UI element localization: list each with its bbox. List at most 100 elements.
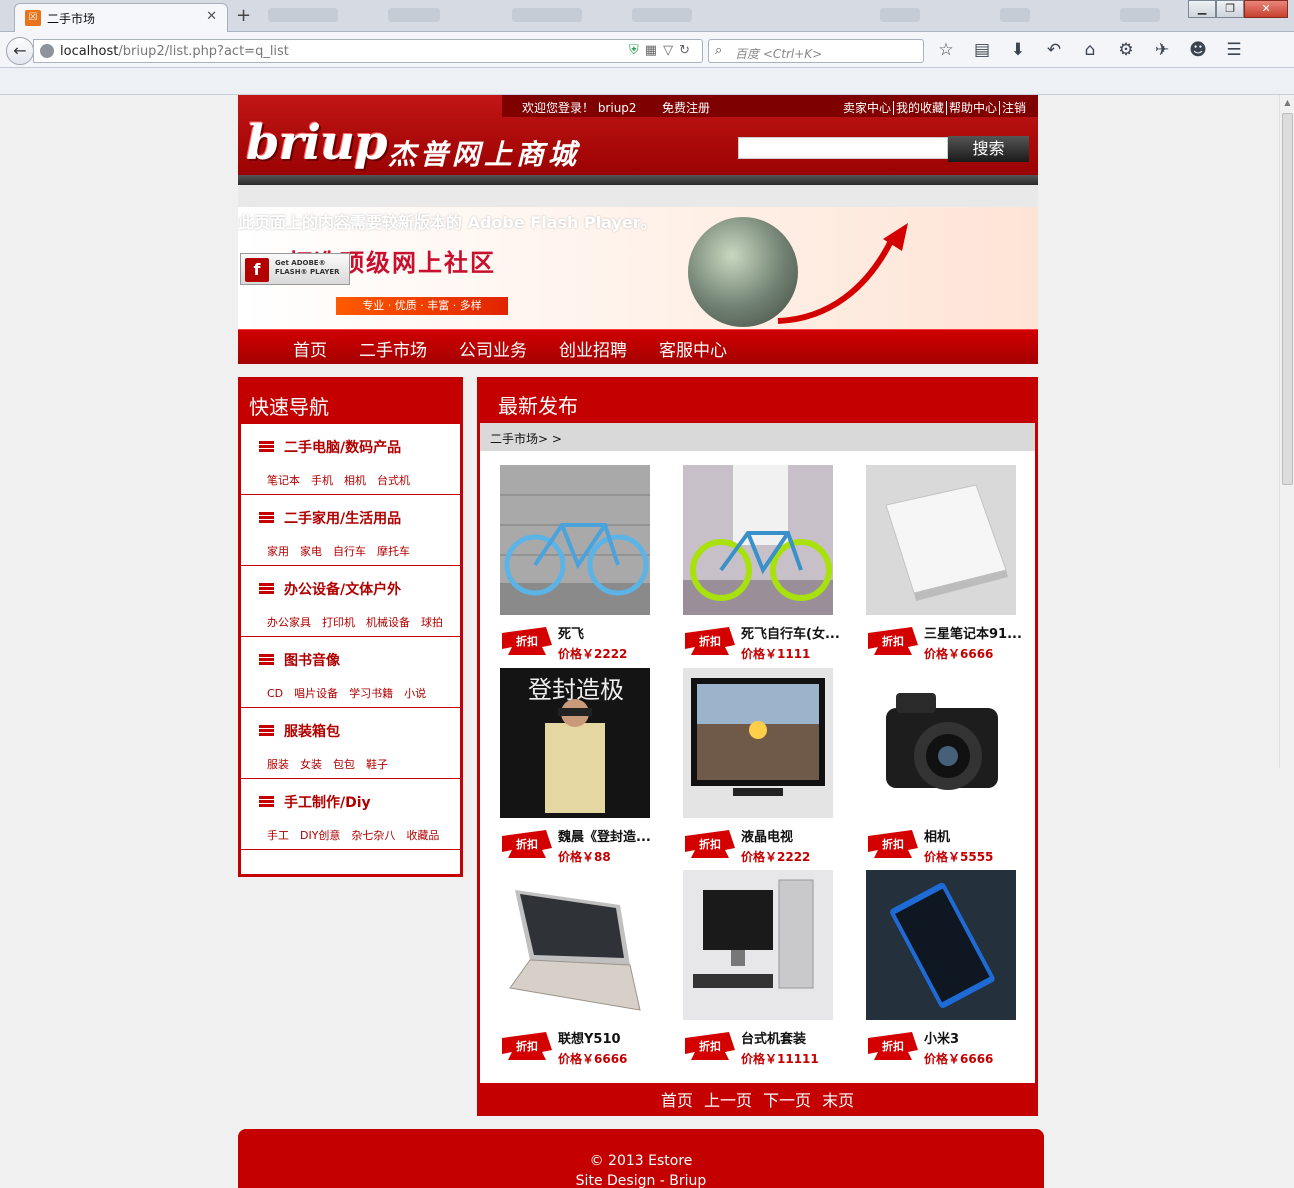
nav-service[interactable]: 客服中心 — [659, 336, 727, 361]
subcategory-link[interactable]: 小说 — [404, 687, 426, 700]
subcategory-link[interactable]: 摩托车 — [377, 545, 410, 558]
bookmark-star-icon[interactable]: ☆ — [936, 40, 956, 60]
nav-home[interactable]: 首页 — [293, 336, 327, 361]
subcategory-link[interactable]: 球拍 — [421, 616, 443, 629]
page-prev[interactable]: 上一页 — [704, 1091, 752, 1110]
maximize-button[interactable]: ❐ — [1216, 0, 1245, 18]
green-bike-image[interactable] — [683, 465, 833, 615]
site-logo[interactable]: briup — [246, 115, 388, 171]
product-card[interactable]: 折扣 小米3 价格￥6666 — [866, 870, 1026, 1070]
tab-close-icon[interactable]: ✕ — [206, 9, 217, 24]
phone-image[interactable] — [866, 870, 1016, 1020]
chat-icon[interactable]: ☻ — [1188, 40, 1208, 60]
subcategory-link[interactable]: 服装 — [267, 758, 289, 771]
new-tab-button[interactable]: + — [236, 5, 251, 26]
product-card[interactable]: 折扣 死飞自行车(女... 价格￥1111 — [683, 465, 843, 665]
product-card[interactable]: 折扣 相机 价格￥5555 — [866, 668, 1026, 868]
scroll-up-icon[interactable]: ▲ — [1280, 95, 1294, 110]
site-search-button[interactable]: 搜索 — [948, 136, 1029, 162]
qr-code-icon[interactable]: ▦ — [645, 43, 663, 58]
product-name[interactable]: 魏晨《登封造... — [558, 826, 660, 845]
product-card[interactable]: 折扣 三星笔记本91... 价格￥6666 — [866, 465, 1026, 665]
page-last[interactable]: 末页 — [822, 1091, 854, 1110]
page-next[interactable]: 下一页 — [763, 1091, 811, 1110]
product-name[interactable]: 死飞自行车(女... — [741, 623, 843, 642]
nav-second-hand[interactable]: 二手市场 — [359, 336, 427, 361]
subcategory-link[interactable]: 包包 — [333, 758, 355, 771]
camera-image[interactable] — [866, 668, 1016, 818]
subcategory-link[interactable]: 学习书籍 — [349, 687, 393, 700]
home-icon[interactable]: ⌂ — [1080, 40, 1100, 60]
blue-bike-image[interactable] — [500, 465, 650, 615]
subcategory-link[interactable]: 家电 — [300, 545, 322, 558]
back-button[interactable]: ← — [6, 37, 34, 65]
subcategory-link[interactable]: DIY创意 — [300, 829, 340, 842]
subcategory-link[interactable]: 台式机 — [377, 474, 410, 487]
favorites-link[interactable]: 我的收藏 — [892, 101, 946, 115]
undo-icon[interactable]: ↶ — [1044, 40, 1064, 60]
seller-center-link[interactable]: 卖家中心 — [841, 101, 893, 115]
category-title[interactable]: 服装箱包 — [284, 721, 340, 741]
desktop-set-image[interactable] — [683, 870, 833, 1020]
product-name[interactable]: 液晶电视 — [741, 826, 843, 845]
subcategory-link[interactable]: 杂七杂八 — [351, 829, 395, 842]
vertical-scrollbar[interactable]: ▲ — [1279, 95, 1294, 768]
lcd-tv-image[interactable] — [683, 668, 833, 818]
site-search-input[interactable] — [738, 137, 948, 159]
subcategory-link[interactable]: 收藏品 — [406, 829, 439, 842]
subcategory-link[interactable]: 家用 — [267, 545, 289, 558]
dropdown-icon[interactable]: ▽ — [663, 43, 679, 58]
subcategory-link[interactable]: 机械设备 — [366, 616, 410, 629]
product-card[interactable]: 折扣 台式机套装 价格￥11111 — [683, 870, 843, 1070]
product-name[interactable]: 联想Y510 — [558, 1028, 660, 1047]
white-laptop-image[interactable] — [866, 465, 1016, 615]
extension-icon[interactable]: ✈ — [1152, 40, 1172, 60]
reload-icon[interactable]: ↻ — [679, 43, 696, 58]
nav-jobs[interactable]: 创业招聘 — [559, 336, 627, 361]
breadcrumb[interactable]: 二手市场> > — [480, 423, 1035, 451]
search-bar[interactable]: ⌕ 百度 <Ctrl+K> — [708, 39, 924, 63]
product-card[interactable]: 折扣 死飞 价格￥2222 — [500, 465, 660, 665]
product-name[interactable]: 台式机套装 — [741, 1028, 843, 1047]
subcategory-link[interactable]: 相机 — [344, 474, 366, 487]
scroll-thumb[interactable] — [1282, 113, 1293, 485]
product-name[interactable]: 小米3 — [924, 1028, 1026, 1047]
subcategory-link[interactable]: 手机 — [311, 474, 333, 487]
product-name[interactable]: 死飞 — [558, 623, 660, 642]
subcategory-link[interactable]: 手工 — [267, 829, 289, 842]
close-window-button[interactable]: ✕ — [1244, 0, 1288, 18]
category-title[interactable]: 二手电脑/数码产品 — [284, 437, 401, 457]
logout-link[interactable]: 注销 — [998, 101, 1028, 115]
product-name[interactable]: 三星笔记本91... — [924, 623, 1026, 642]
album-cover-image[interactable]: 登封造极 — [500, 668, 650, 818]
nav-company[interactable]: 公司业务 — [459, 336, 527, 361]
product-name[interactable]: 相机 — [924, 826, 1026, 845]
subcategory-link[interactable]: 自行车 — [333, 545, 366, 558]
register-link[interactable]: 免费注册 — [662, 99, 710, 116]
product-card[interactable]: 折扣 液晶电视 价格￥2222 — [683, 668, 843, 868]
subcategory-link[interactable]: CD — [267, 687, 283, 700]
category-title[interactable]: 办公设备/文体户外 — [284, 579, 401, 599]
laptop-image[interactable] — [500, 870, 650, 1020]
help-center-link[interactable]: 帮助中心 — [945, 101, 999, 115]
product-card[interactable]: 登封造极 折扣 魏晨《登封造... 价格￥88 — [500, 668, 660, 868]
subcategory-link[interactable]: 办公家具 — [267, 616, 311, 629]
category-title[interactable]: 二手家用/生活用品 — [284, 508, 401, 528]
subcategory-link[interactable]: 女装 — [300, 758, 322, 771]
address-bar[interactable]: localhost/briup2/list.php?act=q_list ⛨▦▽… — [33, 39, 703, 63]
subcategory-link[interactable]: 鞋子 — [366, 758, 388, 771]
minimize-button[interactable]: ▁ — [1188, 0, 1217, 18]
category-title[interactable]: 图书音像 — [284, 650, 340, 670]
page-first[interactable]: 首页 — [661, 1091, 693, 1110]
subcategory-link[interactable]: 笔记本 — [267, 474, 300, 487]
get-flash-player-button[interactable]: f Get ADOBE® FLASH® PLAYER — [240, 253, 350, 285]
gear-icon[interactable]: ⚙ — [1116, 40, 1136, 60]
shield-icon[interactable]: ⛨ — [629, 43, 645, 58]
category-title[interactable]: 手工制作/Diy — [284, 792, 371, 812]
reading-list-icon[interactable]: ▤ — [972, 40, 992, 60]
download-icon[interactable]: ⬇ — [1008, 40, 1028, 60]
active-tab[interactable]: ☒ 二手市场 ✕ — [14, 3, 228, 32]
subcategory-link[interactable]: 打印机 — [322, 616, 355, 629]
subcategory-link[interactable]: 唱片设备 — [294, 687, 338, 700]
product-card[interactable]: 折扣 联想Y510 价格￥6666 — [500, 870, 660, 1070]
